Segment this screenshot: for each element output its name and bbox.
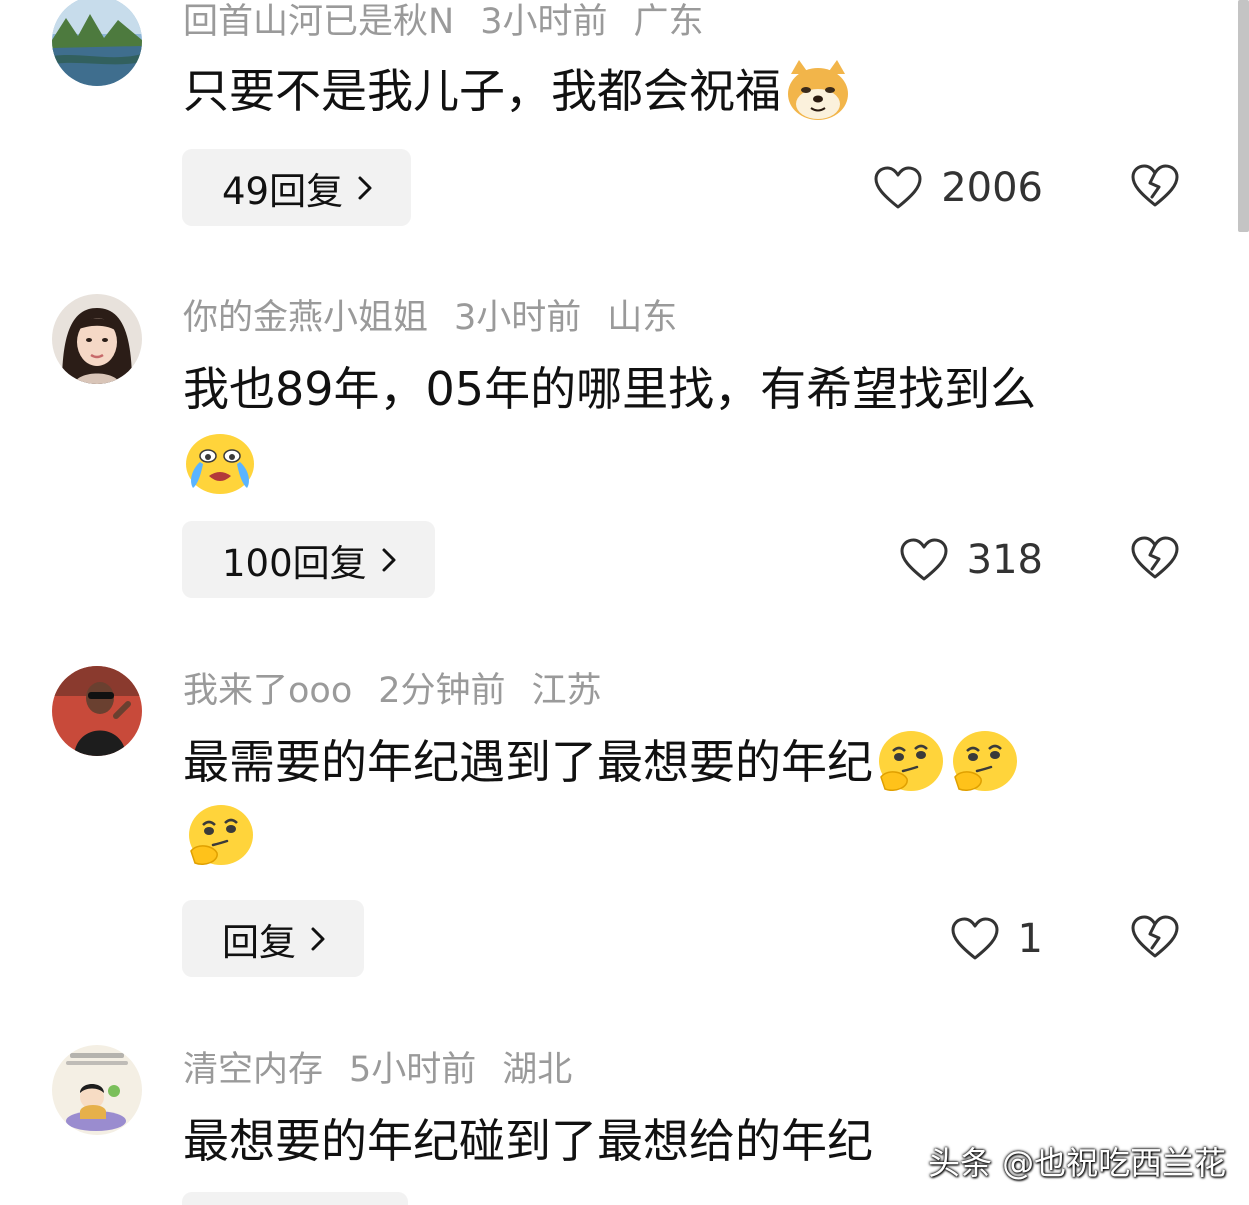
comment-list-screen: 回首山河已是秋N 3小时前 广东 只要不是我儿子，我都会祝福 49回复 2006…: [0, 0, 1249, 1205]
broken-heart-icon: [1131, 164, 1179, 207]
dislike-button[interactable]: [1130, 914, 1180, 964]
reply-button[interactable]: 100回复: [182, 521, 435, 598]
comment-text: 最需要的年纪遇到了最想要的年纪: [183, 725, 1198, 873]
timestamp: 2分钟前: [378, 671, 506, 711]
like-button[interactable]: 2006: [873, 149, 1043, 226]
like-count: 1: [1017, 915, 1043, 962]
comment-line: 我也89年，05年的哪里找，有希望找到么: [183, 362, 1037, 416]
reply-label: 49回复: [222, 169, 344, 213]
username[interactable]: 我来了ooo: [183, 671, 352, 711]
comment-meta: 我来了ooo 2分钟前 江苏: [183, 669, 628, 713]
watermark: 头条 @也祝吃西兰花: [928, 1144, 1227, 1182]
broken-heart-icon: [1131, 915, 1179, 958]
comment-line: 只要不是我儿子，我都会祝福: [183, 64, 781, 118]
timestamp: 3小时前: [454, 298, 582, 338]
heart-outline-icon: [900, 538, 948, 580]
dislike-button[interactable]: [1130, 535, 1180, 585]
person-avatar-image: [52, 666, 142, 756]
smirk-emoji: [947, 725, 1021, 799]
avatar[interactable]: [52, 1045, 142, 1135]
crying-emoji: [183, 426, 257, 500]
broken-heart-icon: [1131, 536, 1179, 579]
doge-emoji: [781, 54, 855, 128]
like-count: 318: [966, 536, 1043, 583]
avatar[interactable]: [52, 0, 142, 86]
timestamp: 5小时前: [349, 1050, 477, 1090]
dislike-button[interactable]: [1130, 163, 1180, 213]
chevron-right-icon: [382, 548, 396, 571]
reply-label: 100回复: [222, 541, 367, 585]
portrait-avatar-image: [52, 294, 142, 384]
comment-meta: 回首山河已是秋N 3小时前 广东: [183, 0, 729, 44]
like-button[interactable]: 318: [899, 521, 1043, 598]
username[interactable]: 清空内存: [183, 1050, 323, 1090]
reply-label: 回复: [222, 920, 296, 964]
location: 山东: [607, 298, 678, 338]
like-count: 2006: [941, 164, 1043, 211]
reply-button[interactable]: 49回复: [182, 149, 412, 226]
username[interactable]: 回首山河已是秋N: [183, 2, 454, 42]
location: 江苏: [531, 671, 602, 711]
heart-outline-icon: [874, 166, 922, 208]
avatar[interactable]: [52, 294, 142, 384]
location: 广东: [633, 2, 704, 42]
comment-meta: 清空内存 5小时前 湖北: [183, 1048, 598, 1092]
timestamp: 3小时前: [480, 2, 608, 42]
comment-line: 最需要的年纪遇到了最想要的年纪: [183, 735, 873, 789]
comment-text: 只要不是我儿子，我都会祝福: [183, 54, 1198, 128]
location: 湖北: [502, 1050, 573, 1090]
smirk-emoji: [183, 799, 257, 873]
avatar[interactable]: [52, 666, 142, 756]
reply-button[interactable]: [182, 1192, 408, 1205]
landscape-avatar-image: [52, 0, 142, 86]
reply-button[interactable]: 回复: [182, 900, 364, 977]
chevron-right-icon: [358, 176, 372, 199]
smirk-emoji: [873, 725, 947, 799]
chevron-right-icon: [311, 927, 325, 950]
like-button[interactable]: 1: [950, 900, 1043, 977]
cartoon-avatar-image: [52, 1045, 142, 1135]
username[interactable]: 你的金燕小姐姐: [183, 298, 428, 338]
heart-outline-icon: [951, 917, 999, 959]
comment-text: 我也89年，05年的哪里找，有希望找到么: [183, 352, 1198, 500]
comment-meta: 你的金燕小姐姐 3小时前 山东: [183, 296, 703, 340]
scrollbar[interactable]: [1238, 0, 1249, 232]
comment-line: 最想要的年纪碰到了最想给的年纪: [183, 1114, 873, 1168]
